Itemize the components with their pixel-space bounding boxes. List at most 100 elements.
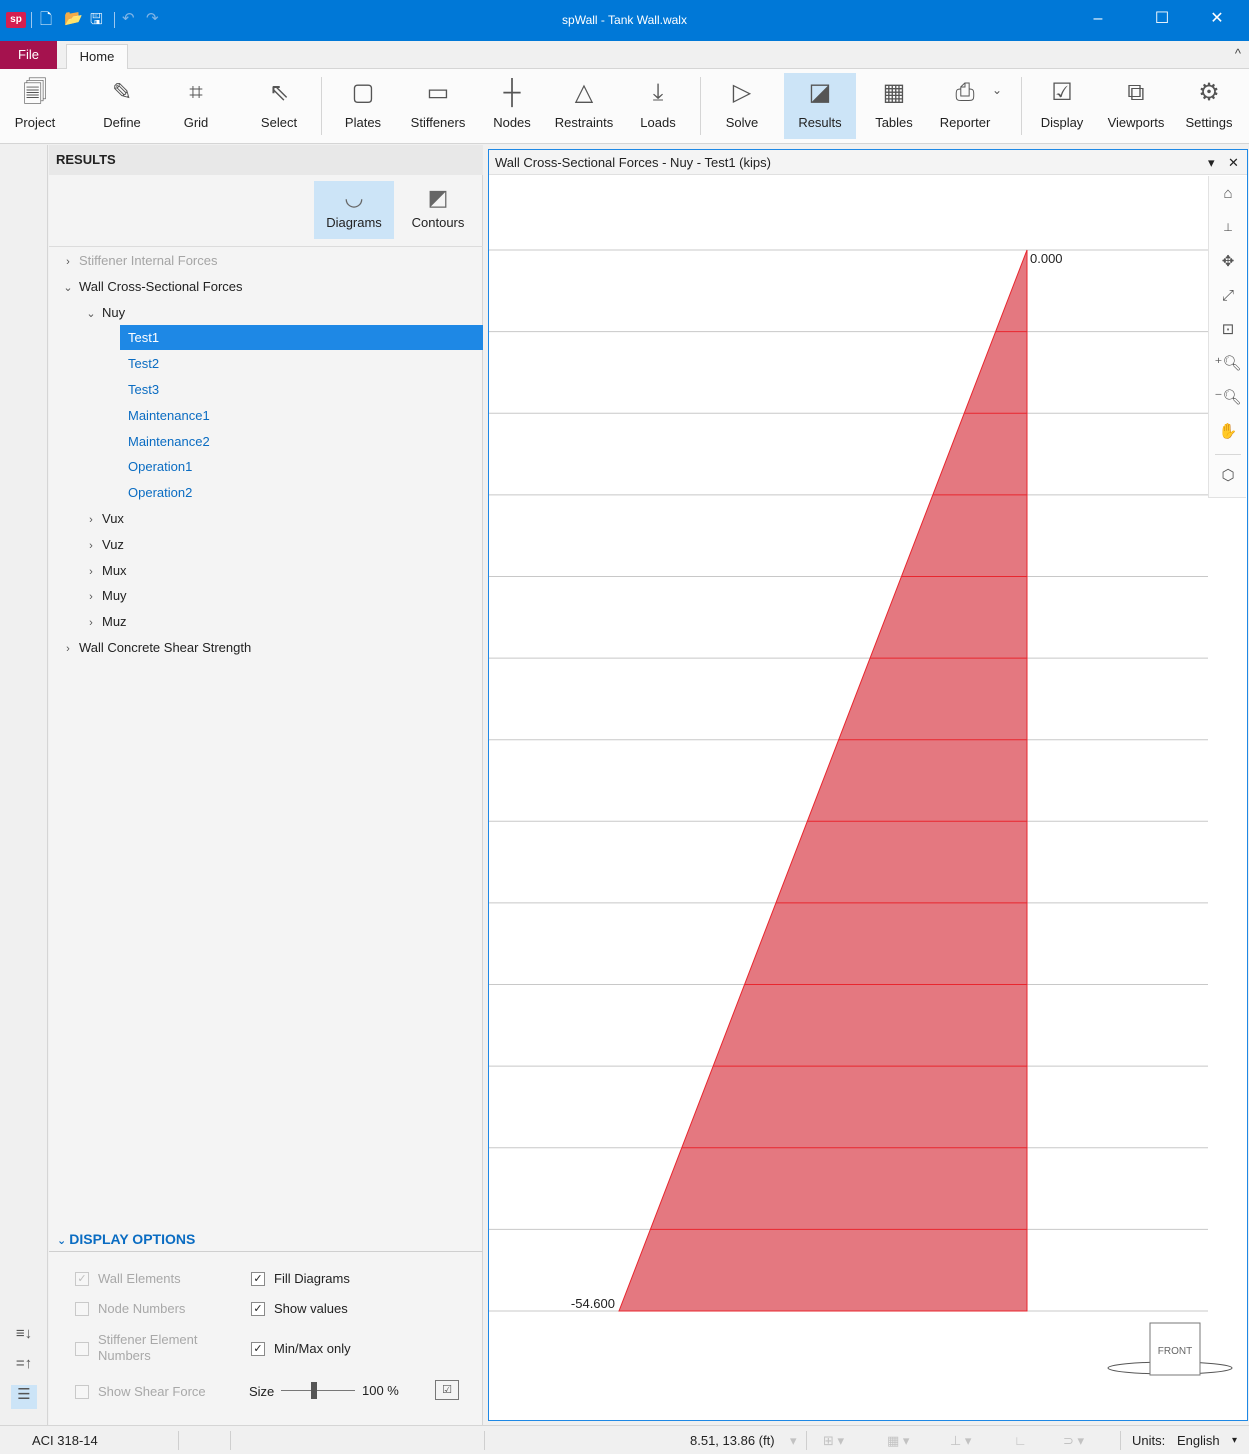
rendering-icon[interactable]: ⊃ ▾ (1063, 1426, 1084, 1454)
coords-dropdown-icon[interactable]: ▾ (790, 1426, 797, 1454)
tree-item-label: Wall Cross-Sectional Forces (79, 278, 243, 294)
units-dropdown-icon[interactable]: ▾ (1232, 1426, 1237, 1454)
project-button[interactable]: 🗐 Project (0, 73, 70, 139)
home-view-icon[interactable]: ⌂ (1214, 180, 1242, 208)
tree-item[interactable]: › Vuz (80, 532, 124, 557)
solve-button[interactable]: ▷ Solve (704, 73, 780, 139)
units-value[interactable]: English (1177, 1426, 1220, 1454)
ribbon-separator (321, 77, 322, 135)
reporter-dropdown-icon[interactable]: ⌄ (992, 83, 1002, 97)
tree-item[interactable]: Test2 (120, 351, 159, 376)
display-settings-icon[interactable]: ☑ (435, 1380, 459, 1400)
tree-item-label: Mux (102, 562, 127, 578)
chevron-down-icon[interactable]: ⌄ (80, 302, 102, 327)
grid-display-icon[interactable]: ▦ ▾ (887, 1426, 909, 1454)
3d-view-icon[interactable]: ⬡ (1214, 462, 1242, 490)
expand-all-icon[interactable]: =↑ (11, 1355, 37, 1379)
tables-button[interactable]: ▦ Tables (866, 73, 922, 139)
reporter-label: Reporter (939, 115, 991, 130)
define-icon: ✎ (111, 79, 133, 106)
tree-item[interactable]: › Stiffener Internal Forces (57, 248, 217, 275)
tree-item[interactable]: Operation1 (120, 454, 192, 479)
results-button[interactable]: ◪ Results (784, 73, 856, 139)
ortho-icon[interactable]: ∟ (1014, 1426, 1027, 1454)
tree-item-label: Vuz (102, 536, 124, 552)
tree-view-icon[interactable]: ☰ (11, 1385, 37, 1409)
tab-file[interactable]: File (0, 41, 57, 69)
reporter-button[interactable]: ⎙ Reporter ⌄ (930, 73, 1002, 139)
tree-item-label: Operation2 (128, 485, 193, 501)
pan-hand-icon[interactable]: ✋ (1214, 418, 1242, 446)
restraints-button[interactable]: △ Restraints (547, 73, 621, 139)
chevron-right-icon[interactable]: › (80, 585, 102, 610)
checkbox-label: Stiffener Element Numbers (98, 1332, 198, 1363)
chevron-right-icon[interactable]: › (80, 534, 102, 559)
close-icon[interactable]: ✕ (1202, 8, 1232, 30)
tree-item[interactable]: › Muz (80, 609, 126, 636)
collapse-all-icon[interactable]: ≡↓ (11, 1325, 37, 1349)
stiffener-element-numbers-checkbox[interactable]: Stiffener Element Numbers (75, 1332, 225, 1368)
plates-button[interactable]: ▢ Plates (327, 73, 399, 139)
tree-item[interactable]: ⌄ Wall Cross-Sectional Forces (57, 274, 243, 301)
collapse-ribbon-icon[interactable]: ^ (1235, 46, 1241, 61)
tree-item[interactable]: › Vux (80, 506, 124, 531)
viewport[interactable]: Wall Cross-Sectional Forces - Nuy - Test… (488, 149, 1248, 1421)
tab-home[interactable]: Home (66, 44, 128, 70)
zoom-window-icon[interactable]: ⊡ (1214, 316, 1242, 344)
tree-item[interactable]: Operation2 (120, 480, 192, 505)
viewports-button[interactable]: ⧉ Viewports (1102, 73, 1170, 139)
zoom-extents-icon[interactable]: ⤢ (1214, 282, 1242, 310)
contours-button[interactable]: ◩ Contours (402, 181, 474, 239)
tree-item[interactable]: Test1 (120, 325, 483, 351)
axes-toggle-icon[interactable]: ⊥ ▾ (950, 1426, 971, 1454)
tree-item[interactable]: › Mux (80, 558, 127, 585)
cursor-coordinates: 8.51, 13.86 (ft) (690, 1433, 775, 1448)
chevron-down-icon[interactable]: ⌄ (57, 276, 79, 301)
axes-icon[interactable]: ⊥ (1214, 214, 1242, 242)
chevron-right-icon[interactable]: › (80, 508, 102, 533)
tree-item[interactable]: Maintenance2 (120, 429, 210, 454)
stiffeners-button[interactable]: ▭ Stiffeners (403, 73, 473, 139)
maximize-icon[interactable]: ☐ (1147, 8, 1177, 30)
zoom-in-icon[interactable]: ⁺🔍︎ (1214, 350, 1242, 378)
settings-button[interactable]: ⚙ Settings (1176, 73, 1242, 139)
nodes-button[interactable]: ┼ Nodes (485, 73, 539, 139)
orbit-icon[interactable]: ✥ (1214, 248, 1242, 276)
results-panel: RESULTS ◡ Diagrams ◩ Contours › Stiffener… (49, 145, 483, 1425)
tree-item[interactable]: Test3 (120, 377, 159, 402)
checkbox-box (75, 1385, 89, 1399)
minimize-icon[interactable]: – (1083, 8, 1113, 30)
viewport-close-icon[interactable]: ✕ (1228, 150, 1239, 175)
tree-item-label: Vux (102, 511, 124, 526)
tree-item[interactable]: › Muy (80, 583, 126, 610)
define-label: Define (103, 115, 141, 130)
chevron-right-icon[interactable]: › (80, 560, 102, 585)
view-cube[interactable]: FRONT (1095, 1310, 1235, 1385)
tree-item[interactable]: › Wall Concrete Shear Strength (57, 635, 251, 660)
solve-label: Solve (725, 115, 759, 130)
diagrams-label: Diagrams (326, 215, 382, 230)
chevron-right-icon[interactable]: › (57, 637, 79, 662)
chevron-right-icon[interactable]: › (80, 611, 102, 636)
size-slider-thumb[interactable] (311, 1382, 318, 1399)
display-button[interactable]: ☑ Display (1029, 73, 1095, 139)
display-options-header[interactable]: ⌄ DISPLAY OPTIONS (57, 1228, 195, 1250)
select-cursor-icon: ⇖ (268, 79, 290, 106)
size-slider-track[interactable] (281, 1390, 355, 1391)
grid-button[interactable]: ⌗ Grid (160, 73, 232, 139)
checkbox-box (75, 1342, 89, 1356)
min-value-label: -54.600 (571, 1296, 615, 1311)
chevron-right-icon[interactable]: › (57, 250, 79, 275)
define-button[interactable]: ✎ Define (86, 73, 158, 139)
checkbox-box: ✓ (75, 1272, 89, 1286)
tree-item[interactable]: Maintenance1 (120, 403, 210, 428)
tree-item[interactable]: ⌄ Nuy (80, 300, 125, 325)
loads-button[interactable]: ⤓ Loads (628, 73, 688, 139)
viewport-menu-icon[interactable]: ▾ (1208, 150, 1215, 175)
diagrams-button[interactable]: ◡ Diagrams (314, 181, 394, 239)
snap-grid-icon[interactable]: ⊞ ▾ (823, 1426, 844, 1454)
zoom-out-icon[interactable]: ⁻🔍︎ (1214, 384, 1242, 412)
tree-separator (49, 246, 483, 247)
design-code: ACI 318-14 (32, 1433, 98, 1448)
select-button[interactable]: ⇖ Select (243, 73, 315, 139)
